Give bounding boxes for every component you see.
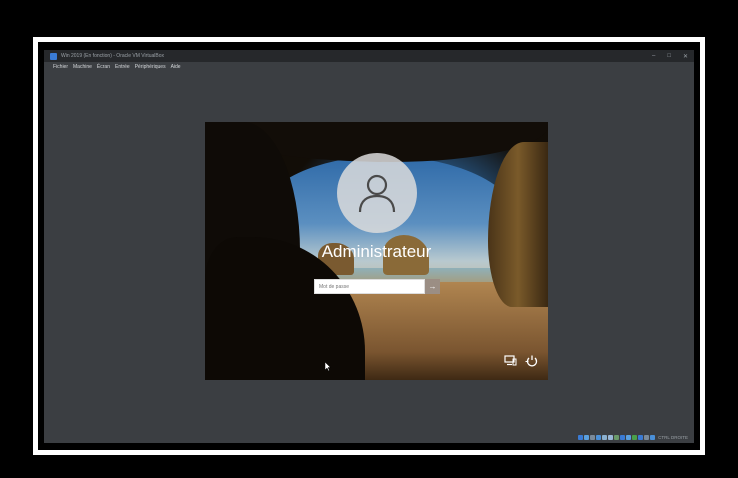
- user-icon: [358, 174, 396, 213]
- user-avatar: [337, 153, 417, 233]
- network-icon[interactable]: [504, 355, 517, 366]
- status-bar-device-icon[interactable]: [614, 434, 620, 440]
- maximize-button[interactable]: □: [667, 53, 671, 59]
- vm-display[interactable]: Administrateur →: [205, 122, 548, 380]
- status-bar-device-icon[interactable]: [644, 434, 650, 440]
- minimize-button[interactable]: –: [652, 53, 655, 59]
- title-bar[interactable]: Win 2019 (En fonction) - Oracle VM Virtu…: [44, 50, 694, 62]
- virtualbox-app-icon: [50, 52, 57, 60]
- menu-fichier[interactable]: Fichier: [53, 64, 68, 70]
- menu-ecran[interactable]: Écran: [97, 64, 110, 70]
- username-label: Administrateur: [321, 242, 432, 261]
- status-bar-device-icon[interactable]: [638, 434, 644, 440]
- status-bar-device-icon[interactable]: [578, 434, 584, 440]
- close-button[interactable]: ✕: [683, 53, 688, 60]
- login-options: [504, 355, 538, 367]
- status-bar-device-icon[interactable]: [620, 434, 626, 440]
- window-title: Win 2019 (En fonction) - Oracle VM Virtu…: [61, 53, 165, 59]
- status-bar-device-icon[interactable]: [626, 434, 632, 440]
- status-bar-device-icon[interactable]: [608, 434, 614, 440]
- menu-machine[interactable]: Machine: [73, 64, 92, 70]
- password-row: →: [314, 279, 440, 294]
- status-bar-device-icon[interactable]: [584, 434, 590, 440]
- mouse-cursor-icon: [325, 362, 331, 371]
- status-bar-device-icon[interactable]: [650, 434, 656, 440]
- menu-peripheriques[interactable]: Périphériques: [135, 64, 166, 70]
- status-bar-device-icon[interactable]: [596, 434, 602, 440]
- menu-bar: Fichier Machine Écran Entrée Périphériqu…: [44, 62, 694, 72]
- password-input[interactable]: [314, 279, 425, 294]
- virtualbox-window: Win 2019 (En fonction) - Oracle VM Virtu…: [44, 50, 694, 443]
- window-controls: – □ ✕: [652, 50, 688, 62]
- background-cave: [488, 142, 548, 307]
- power-icon[interactable]: [525, 355, 538, 367]
- status-bar-device-icon[interactable]: [602, 434, 608, 440]
- status-bar: CTRL DROITE: [578, 433, 688, 441]
- status-bar-device-icon[interactable]: [590, 434, 596, 440]
- menu-aide[interactable]: Aide: [171, 64, 181, 70]
- menu-entree[interactable]: Entrée: [115, 64, 130, 70]
- submit-button[interactable]: →: [425, 279, 440, 294]
- arrow-right-icon: →: [428, 282, 437, 291]
- host-key-label: CTRL DROITE: [658, 434, 688, 440]
- status-bar-device-icon[interactable]: [632, 434, 638, 440]
